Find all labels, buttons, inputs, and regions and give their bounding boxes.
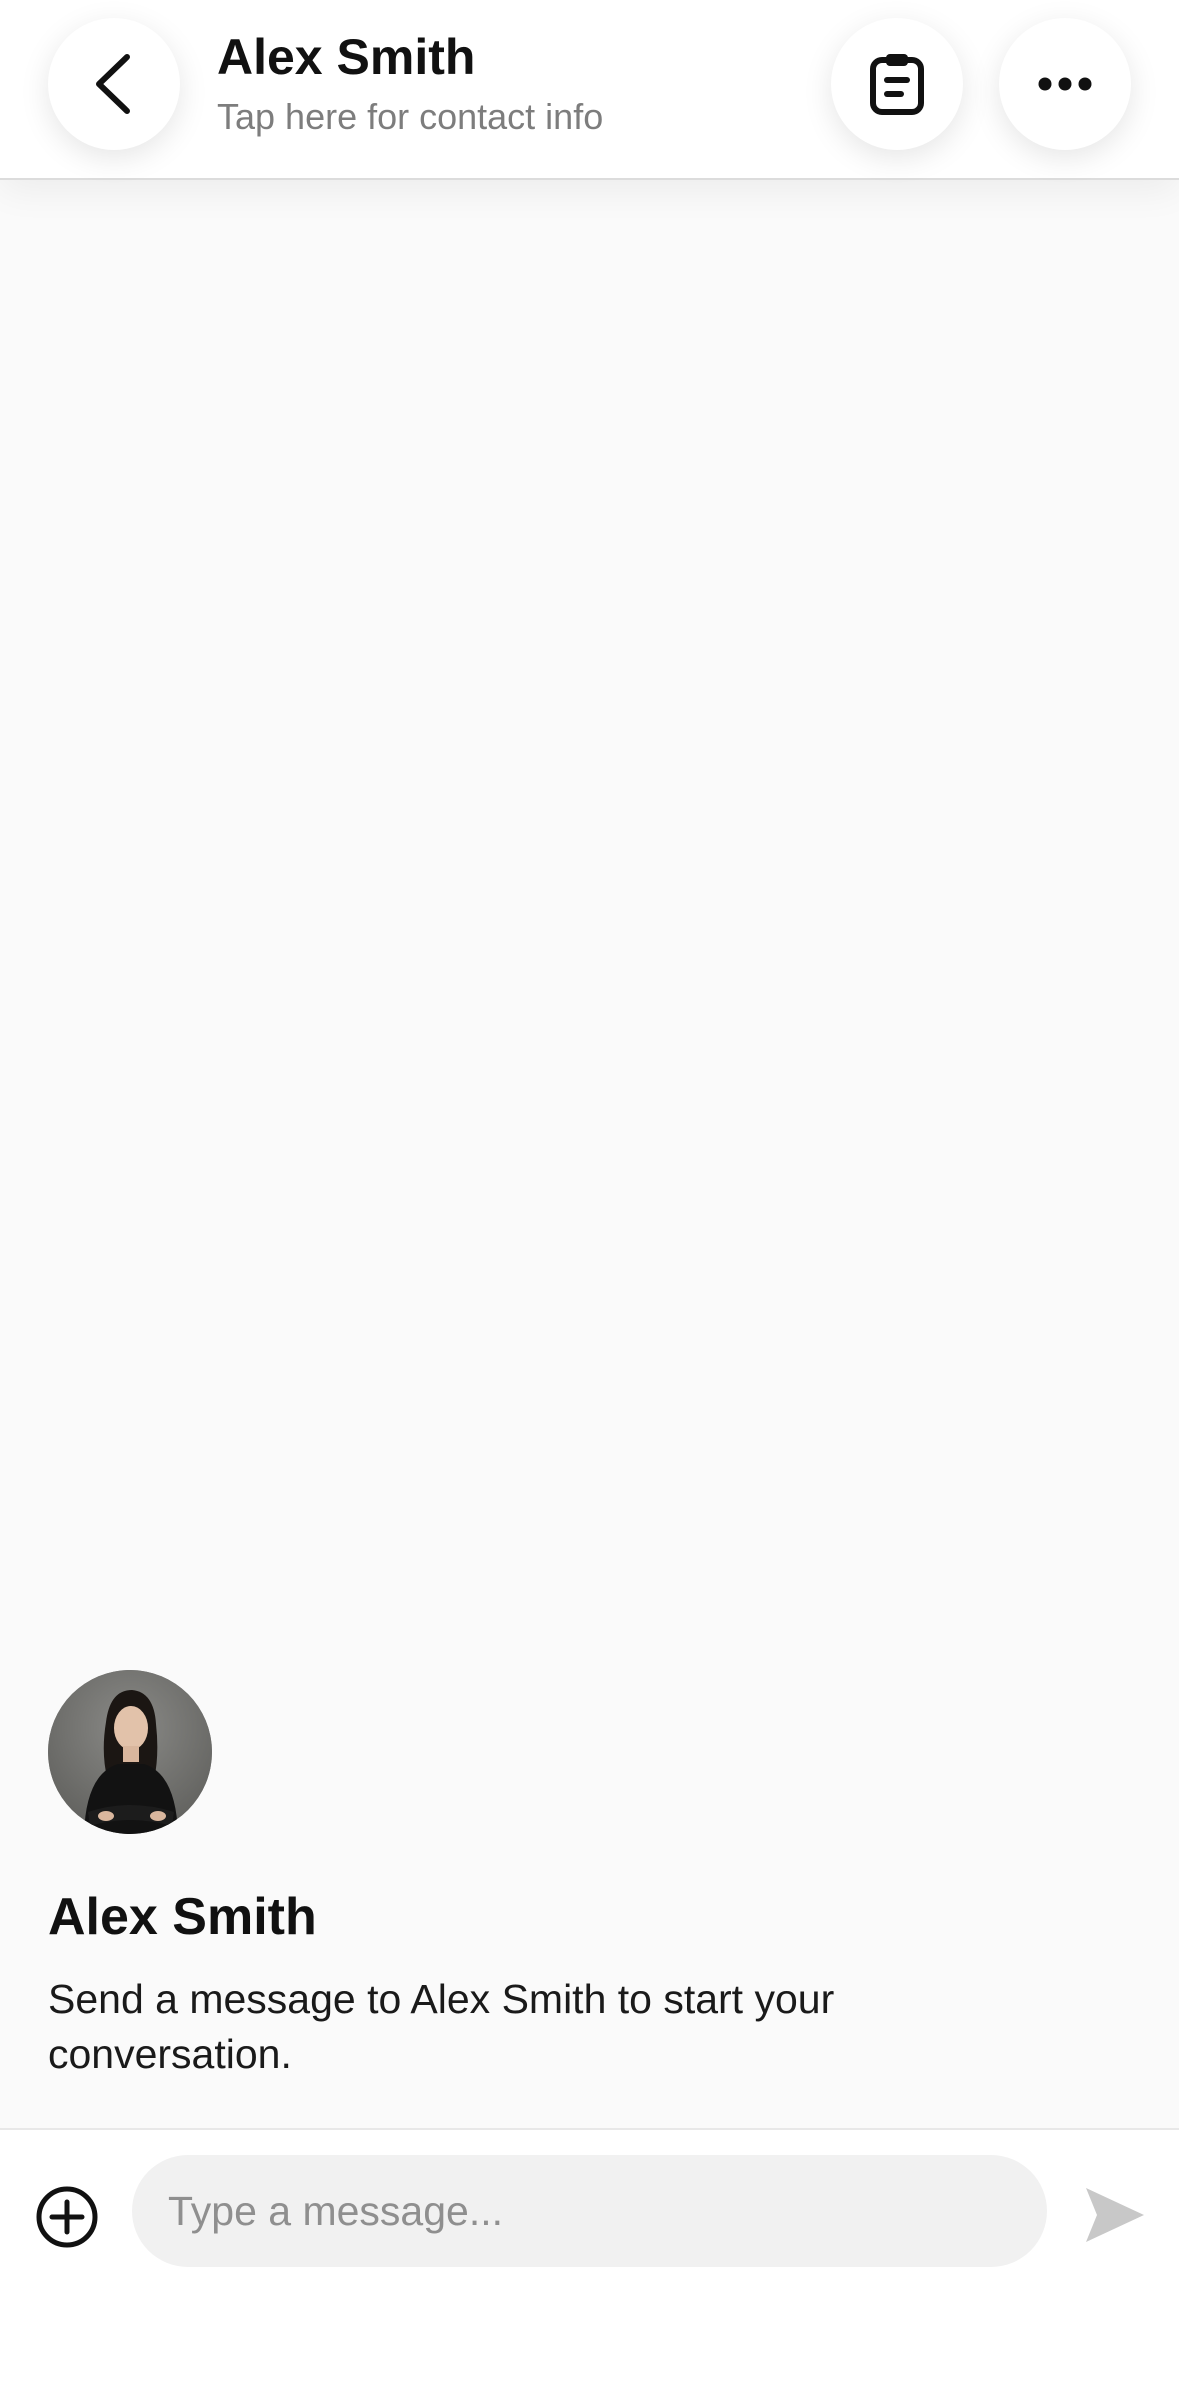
- plus-circle-icon: [36, 2186, 98, 2248]
- more-horizontal-icon: [1038, 77, 1092, 91]
- contact-name: Alex Smith: [217, 29, 476, 85]
- contact-info-hint: Tap here for contact info: [217, 96, 604, 137]
- message-composer: [0, 2128, 1179, 2396]
- more-options-button[interactable]: [999, 18, 1131, 150]
- chat-header: Alex Smith Tap here for contact info: [0, 0, 1179, 180]
- send-button[interactable]: [1075, 2175, 1155, 2255]
- contact-info-link[interactable]: Alex Smith Tap here for contact info: [217, 26, 777, 140]
- attach-button[interactable]: [32, 2182, 102, 2252]
- intro-contact-name: Alex Smith: [48, 1888, 317, 1946]
- send-icon: [1086, 2188, 1144, 2242]
- chat-screen: Alex Smith Tap here for contact info Ale…: [0, 0, 1179, 2396]
- contact-avatar: [48, 1670, 212, 1834]
- back-button[interactable]: [48, 18, 180, 150]
- clipboard-button[interactable]: [831, 18, 963, 150]
- message-input[interactable]: [132, 2155, 1047, 2267]
- chevron-left-icon: [96, 54, 130, 114]
- intro-message: Send a message to Alex Smith to start yo…: [48, 1976, 835, 2077]
- clipboard-icon: [870, 54, 924, 115]
